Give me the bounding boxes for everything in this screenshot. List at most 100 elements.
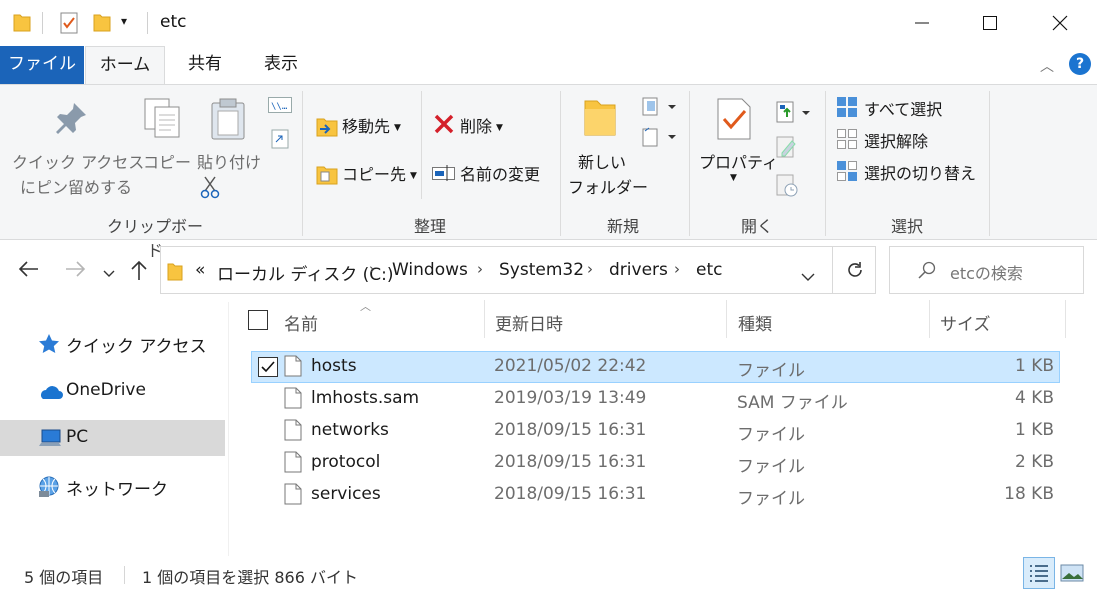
- properties-button[interactable]: プロパティ: [699, 149, 778, 173]
- invert-selection-icon: [836, 160, 858, 186]
- nav-item-quick-access[interactable]: クイック アクセス: [0, 325, 225, 361]
- tab-file[interactable]: ファイル: [0, 46, 84, 84]
- file-icon: [284, 451, 302, 477]
- tab-home[interactable]: ホーム: [85, 46, 165, 85]
- ribbon-tabs: ファイル ホーム 共有 表示 ︿ ?: [0, 46, 1097, 85]
- history-icon[interactable]: [776, 173, 798, 201]
- new-folder-quick-icon[interactable]: [93, 12, 111, 36]
- address-folder-icon: [167, 261, 183, 285]
- status-selection: 1 個の項目を選択 866 バイト: [142, 568, 358, 587]
- column-header-size[interactable]: サイズ: [940, 310, 991, 335]
- breadcrumb-drivers[interactable]: drivers: [609, 260, 668, 280]
- window-title: etc: [160, 12, 187, 32]
- forward-arrow-icon[interactable]: [64, 260, 86, 282]
- delete-button[interactable]: 削除 ▼: [460, 113, 503, 137]
- file-type: ファイル: [737, 425, 805, 445]
- ribbon: クイック アクセス にピン留めする コピー 貼り付け \\… クリップボード 移…: [0, 84, 1097, 260]
- back-arrow-icon[interactable]: [18, 260, 40, 282]
- breadcrumb-system32[interactable]: System32: [499, 260, 584, 280]
- file-name: protocol: [311, 452, 381, 472]
- easy-access-icon[interactable]: [642, 127, 678, 151]
- cut-icon[interactable]: [200, 175, 220, 203]
- address-bar[interactable]: « ローカル ディスク (C:) › Windows › System32 › …: [160, 246, 876, 294]
- maximize-button[interactable]: [956, 0, 1024, 46]
- breadcrumb-overflow[interactable]: «: [195, 260, 205, 280]
- nav-label: OneDrive: [66, 380, 146, 400]
- file-type: ファイル: [737, 361, 805, 381]
- refresh-icon: [847, 262, 862, 277]
- tab-share[interactable]: 共有: [172, 46, 238, 84]
- new-item-icon[interactable]: [642, 97, 678, 121]
- breadcrumb-separator-icon[interactable]: ›: [477, 260, 483, 278]
- nav-item-network[interactable]: ネットワーク: [0, 468, 225, 504]
- search-input[interactable]: etcの検索: [950, 260, 1023, 284]
- edit-icon[interactable]: [776, 135, 798, 163]
- network-icon: [37, 476, 61, 502]
- minimize-button[interactable]: [888, 0, 956, 46]
- file-modified: 2018/09/15 16:31: [494, 452, 647, 472]
- pin-label-2[interactable]: にピン留めする: [20, 174, 132, 198]
- checkmark-icon: [261, 361, 275, 373]
- file-modified: 2018/09/15 16:31: [494, 420, 647, 440]
- up-arrow-icon[interactable]: [130, 259, 148, 285]
- column-header-modified[interactable]: 更新日時: [495, 310, 563, 335]
- breadcrumb-windows[interactable]: Windows: [392, 260, 468, 280]
- breadcrumb-local-disk[interactable]: ローカル ディスク (C:): [217, 260, 393, 285]
- breadcrumb-separator-icon[interactable]: ›: [674, 260, 680, 278]
- refresh-button[interactable]: [832, 246, 876, 294]
- nav-item-pc[interactable]: PC: [0, 420, 225, 456]
- group-label-new: 新規: [606, 217, 639, 236]
- pin-icon: [54, 101, 88, 141]
- file-row-hosts[interactable]: [251, 351, 1060, 383]
- rename-button[interactable]: 名前の変更: [460, 161, 540, 185]
- help-icon[interactable]: ?: [1069, 53, 1091, 75]
- paste-shortcut-icon[interactable]: [271, 127, 289, 153]
- open-icon[interactable]: [776, 101, 810, 127]
- close-button[interactable]: [1026, 0, 1094, 46]
- search-box[interactable]: etcの検索: [889, 246, 1084, 294]
- row-checkbox[interactable]: [258, 357, 278, 377]
- select-all-checkbox[interactable]: [248, 310, 268, 330]
- collapse-ribbon-icon[interactable]: ︿: [1040, 56, 1054, 76]
- search-icon: [918, 261, 936, 283]
- customize-toolbar-icon[interactable]: ▾: [121, 14, 127, 28]
- file-modified: 2019/03/19 13:49: [494, 388, 647, 408]
- select-all-button[interactable]: すべて選択: [864, 96, 942, 120]
- copy-path-icon[interactable]: \\…: [268, 97, 292, 117]
- breadcrumb-separator-icon[interactable]: ›: [369, 260, 375, 278]
- new-folder-label-1[interactable]: 新しい: [578, 149, 626, 173]
- copy-button[interactable]: コピー: [143, 149, 191, 173]
- select-none-button[interactable]: 選択解除: [864, 128, 928, 152]
- details-view-button[interactable]: [1023, 557, 1055, 589]
- tab-view[interactable]: 表示: [248, 46, 314, 84]
- invert-selection-button[interactable]: 選択の切り替え: [864, 160, 976, 184]
- file-type: ファイル: [737, 457, 805, 477]
- large-icons-view-button[interactable]: [1060, 563, 1084, 587]
- properties-dropdown-icon[interactable]: ▼: [730, 173, 737, 183]
- paste-button[interactable]: 貼り付け: [197, 149, 261, 173]
- delete-label: 削除: [460, 117, 493, 136]
- nav-item-onedrive[interactable]: OneDrive: [0, 373, 225, 409]
- new-folder-label-2[interactable]: フォルダー: [568, 174, 648, 198]
- file-size: 1 KB: [1014, 356, 1054, 376]
- breadcrumb-etc[interactable]: etc: [696, 260, 722, 280]
- select-all-icon: [836, 96, 858, 122]
- file-name: networks: [311, 420, 389, 440]
- move-to-button[interactable]: 移動先 ▼: [342, 113, 401, 137]
- copy-to-button[interactable]: コピー先 ▼: [342, 161, 417, 185]
- paste-icon: [210, 97, 246, 145]
- recent-locations-icon[interactable]: [103, 264, 115, 283]
- breadcrumb-separator-icon[interactable]: ›: [587, 260, 593, 278]
- file-type: SAM ファイル: [737, 393, 848, 413]
- properties-check-icon[interactable]: [60, 12, 78, 38]
- copy-to-label: コピー先: [342, 165, 407, 184]
- folder-icon: [13, 12, 31, 36]
- pin-label-1[interactable]: クイック アクセス: [12, 149, 144, 173]
- column-header-name[interactable]: 名前: [284, 310, 318, 335]
- file-name: services: [311, 484, 381, 504]
- file-type: ファイル: [737, 489, 805, 509]
- copy-to-icon: [316, 163, 338, 189]
- copy-icon: [143, 97, 183, 145]
- column-header-type[interactable]: 種類: [738, 310, 772, 335]
- address-history-icon[interactable]: [801, 267, 815, 286]
